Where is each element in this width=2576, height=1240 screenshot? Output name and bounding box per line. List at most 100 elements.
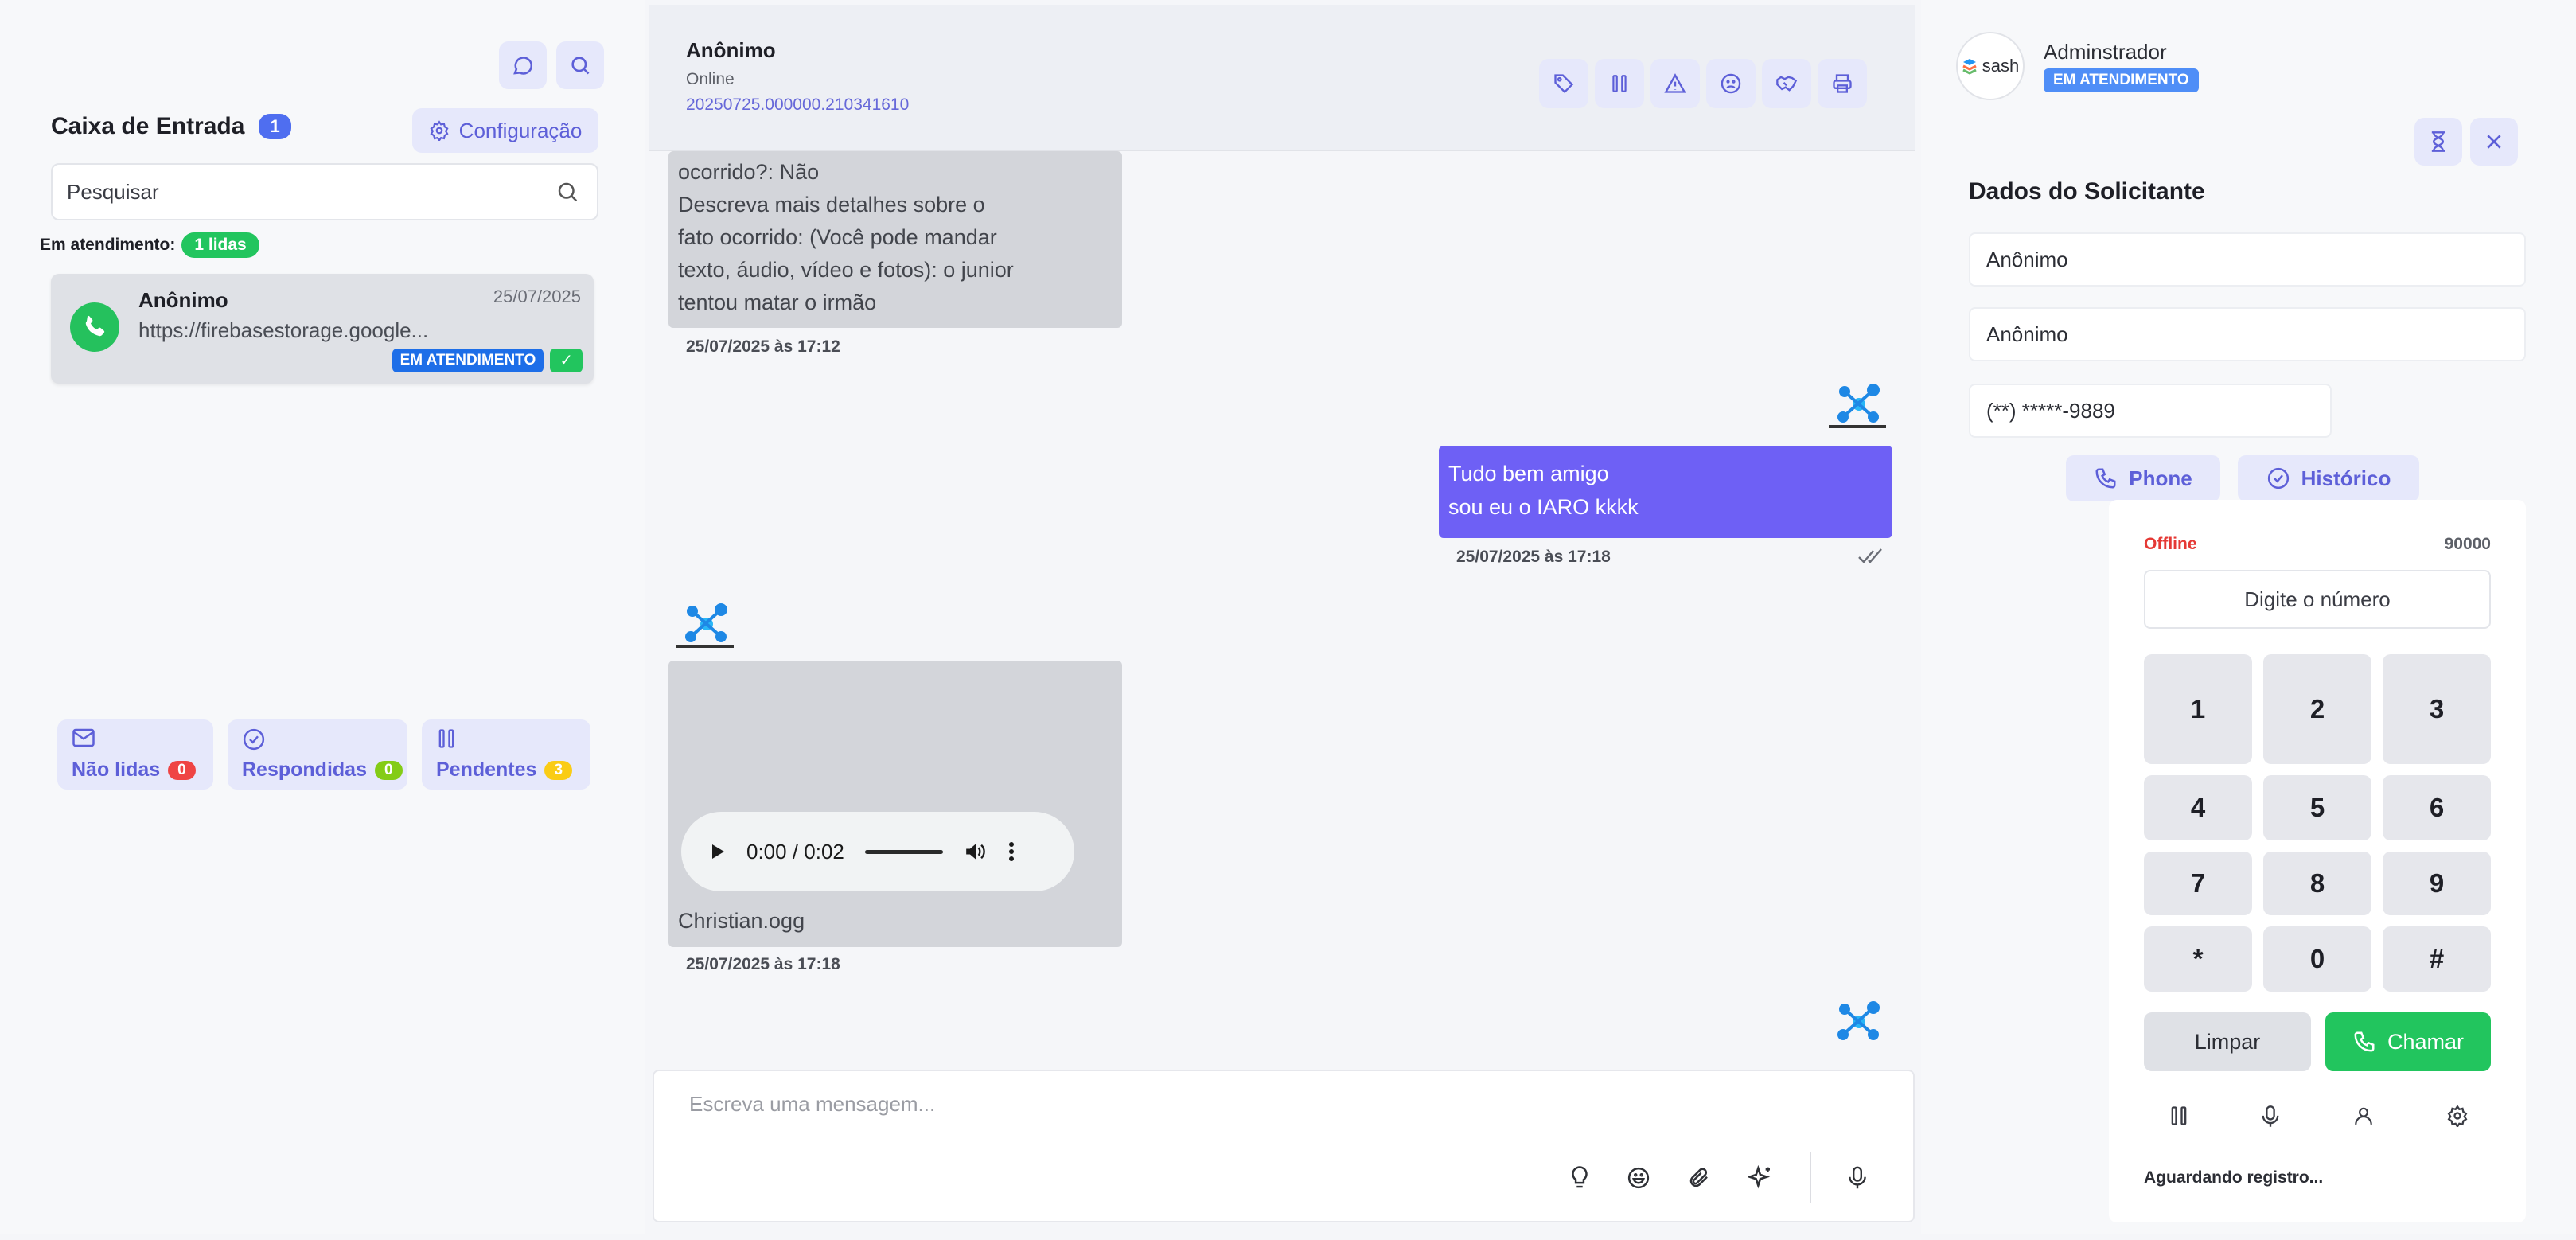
alert-button[interactable] <box>1650 59 1700 108</box>
sad-face-button[interactable] <box>1706 59 1756 108</box>
message-line: Tudo bem amigo <box>1448 462 1609 485</box>
emoji-icon[interactable] <box>1627 1166 1650 1190</box>
requester-name-field[interactable]: Anônimo <box>1969 232 2526 287</box>
softphone-dialer: Offline 90000 Digite o número 1 2 3 4 5 … <box>2109 500 2526 1222</box>
audio-progress-track[interactable] <box>864 849 943 854</box>
microphone-icon[interactable] <box>2261 1105 2280 1129</box>
contact-status: Online <box>686 70 735 88</box>
play-icon[interactable] <box>710 843 726 860</box>
dial-key-1[interactable]: 1 <box>2144 654 2252 764</box>
search-input[interactable]: Pesquisar <box>51 163 598 220</box>
search-icon <box>571 57 590 75</box>
dial-key-2[interactable]: 2 <box>2263 654 2371 764</box>
hold-icon[interactable] <box>2169 1105 2188 1127</box>
whatsapp-icon <box>70 302 119 352</box>
registration-status: Aguardando registro... <box>2144 1168 2324 1187</box>
inbox-count-badge: 1 <box>259 114 291 139</box>
filter-pending[interactable]: Pendentes 3 <box>422 719 590 790</box>
dial-key-9[interactable]: 9 <box>2383 852 2491 915</box>
status-badge: EM ATENDIMENTO <box>392 349 544 372</box>
filter-answered[interactable]: Respondidas 0 <box>228 719 407 790</box>
requester-phone-field[interactable]: (**) *****-9889 <box>1969 384 2332 438</box>
dial-key-hash[interactable]: # <box>2383 926 2491 992</box>
requester-alias-value: Anônimo <box>1986 322 2068 346</box>
composer-tools <box>1569 1152 1867 1203</box>
dial-number-input[interactable]: Digite o número <box>2144 570 2491 629</box>
configuration-button[interactable]: Configuração <box>412 108 598 153</box>
dial-key-8[interactable]: 8 <box>2263 852 2371 915</box>
audio-filename: Christian.ogg <box>678 909 805 933</box>
handshake-icon <box>1776 76 1798 92</box>
user-icon[interactable] <box>2353 1105 2374 1127</box>
search-icon <box>558 182 578 202</box>
softphone-status: Offline <box>2144 535 2197 553</box>
softphone-controls <box>2169 1105 2469 1129</box>
requester-title: Dados do Solicitante <box>1969 178 2205 205</box>
contact-name: Anônimo <box>686 38 776 62</box>
conversation-date: 25/07/2025 <box>493 287 581 306</box>
audio-player[interactable]: 0:00 / 0:02 <box>681 812 1074 891</box>
chat-panel: Anônimo Online 20250725.000000.210341610 <box>649 0 1918 1234</box>
message-line: tentou matar o irmão <box>678 291 877 314</box>
dial-key-star[interactable]: * <box>2144 926 2252 992</box>
gear-icon[interactable] <box>2446 1105 2469 1127</box>
in-service-header: Em atendimento: 1 lidas <box>40 232 259 258</box>
message-timestamp: 25/07/2025 às 17:18 <box>686 955 840 973</box>
read-check-badge: ✓ <box>550 349 583 372</box>
requester-phone-value: (**) *****-9889 <box>1986 398 2115 423</box>
new-chat-button[interactable] <box>499 41 547 89</box>
dial-number-placeholder: Digite o número <box>2244 587 2391 611</box>
search-button[interactable] <box>556 41 604 89</box>
conversation-item[interactable]: Anônimo 25/07/2025 https://firebasestora… <box>51 274 594 384</box>
message-incoming: ocorrido?: Não Descreva mais detalhes so… <box>668 151 1122 328</box>
check-circle-icon <box>243 728 265 751</box>
chat-header-actions <box>1539 59 1867 108</box>
check-circle-icon <box>2267 467 2289 489</box>
tag-button[interactable] <box>1539 59 1588 108</box>
timer-button[interactable] <box>2414 118 2462 166</box>
brand-logo-icon <box>676 603 734 648</box>
dial-key-7[interactable]: 7 <box>2144 852 2252 915</box>
call-button[interactable]: Chamar <box>2325 1012 2491 1071</box>
dial-key-3[interactable]: 3 <box>2383 654 2491 764</box>
requester-alias-field[interactable]: Anônimo <box>1969 307 2526 361</box>
call-button-label: Chamar <box>2387 1029 2465 1054</box>
filter-unread[interactable]: Não lidas 0 <box>57 719 213 790</box>
filter-unread-count: 0 <box>168 760 196 780</box>
conversation-tags: EM ATENDIMENTO ✓ <box>392 349 583 372</box>
message-composer[interactable]: Escreva uma mensagem... <box>653 1070 1915 1222</box>
handshake-button[interactable] <box>1762 59 1811 108</box>
sparkles-icon[interactable] <box>1748 1165 1773 1191</box>
close-button[interactable] <box>2470 118 2518 166</box>
microphone-icon[interactable] <box>1848 1165 1867 1191</box>
phone-button[interactable]: Phone <box>2066 455 2220 501</box>
dial-key-6[interactable]: 6 <box>2383 775 2491 840</box>
hourglass-icon <box>2431 131 2445 152</box>
history-button[interactable]: Histórico <box>2238 455 2419 501</box>
more-vertical-icon[interactable] <box>1008 841 1015 862</box>
composer-placeholder: Escreva uma mensagem... <box>689 1092 936 1116</box>
print-button[interactable] <box>1818 59 1867 108</box>
pause-icon <box>1612 75 1627 92</box>
conversation-preview: https://firebasestorage.google... <box>138 318 429 342</box>
tag-icon <box>1554 74 1574 94</box>
paperclip-icon[interactable] <box>1687 1166 1711 1190</box>
message-timestamp: 25/07/2025 às 17:12 <box>686 337 840 356</box>
message-line: sou eu o IARO kkkk <box>1448 495 1639 519</box>
volume-icon[interactable] <box>964 841 988 862</box>
inbox-title: Caixa de Entrada <box>51 113 245 139</box>
message-list[interactable]: ocorrido?: Não Descreva mais detalhes so… <box>649 151 1915 1051</box>
logo-text: sash <box>1982 56 2020 76</box>
conversation-name: Anônimo <box>138 288 228 312</box>
clear-button[interactable]: Limpar <box>2144 1012 2311 1071</box>
lightbulb-icon[interactable] <box>1569 1165 1590 1191</box>
pause-button[interactable] <box>1595 59 1644 108</box>
configuration-label: Configuração <box>458 118 583 142</box>
message-timestamp: 25/07/2025 às 17:18 <box>1456 548 1611 566</box>
dial-key-0[interactable]: 0 <box>2263 926 2371 992</box>
dial-key-4[interactable]: 4 <box>2144 775 2252 840</box>
history-button-label: Histórico <box>2301 466 2391 490</box>
dial-key-5[interactable]: 5 <box>2263 775 2371 840</box>
warning-icon <box>1664 73 1686 93</box>
requester-panel: sash Adminstrador EM ATENDIMENTO Dados d… <box>1921 0 2576 1234</box>
